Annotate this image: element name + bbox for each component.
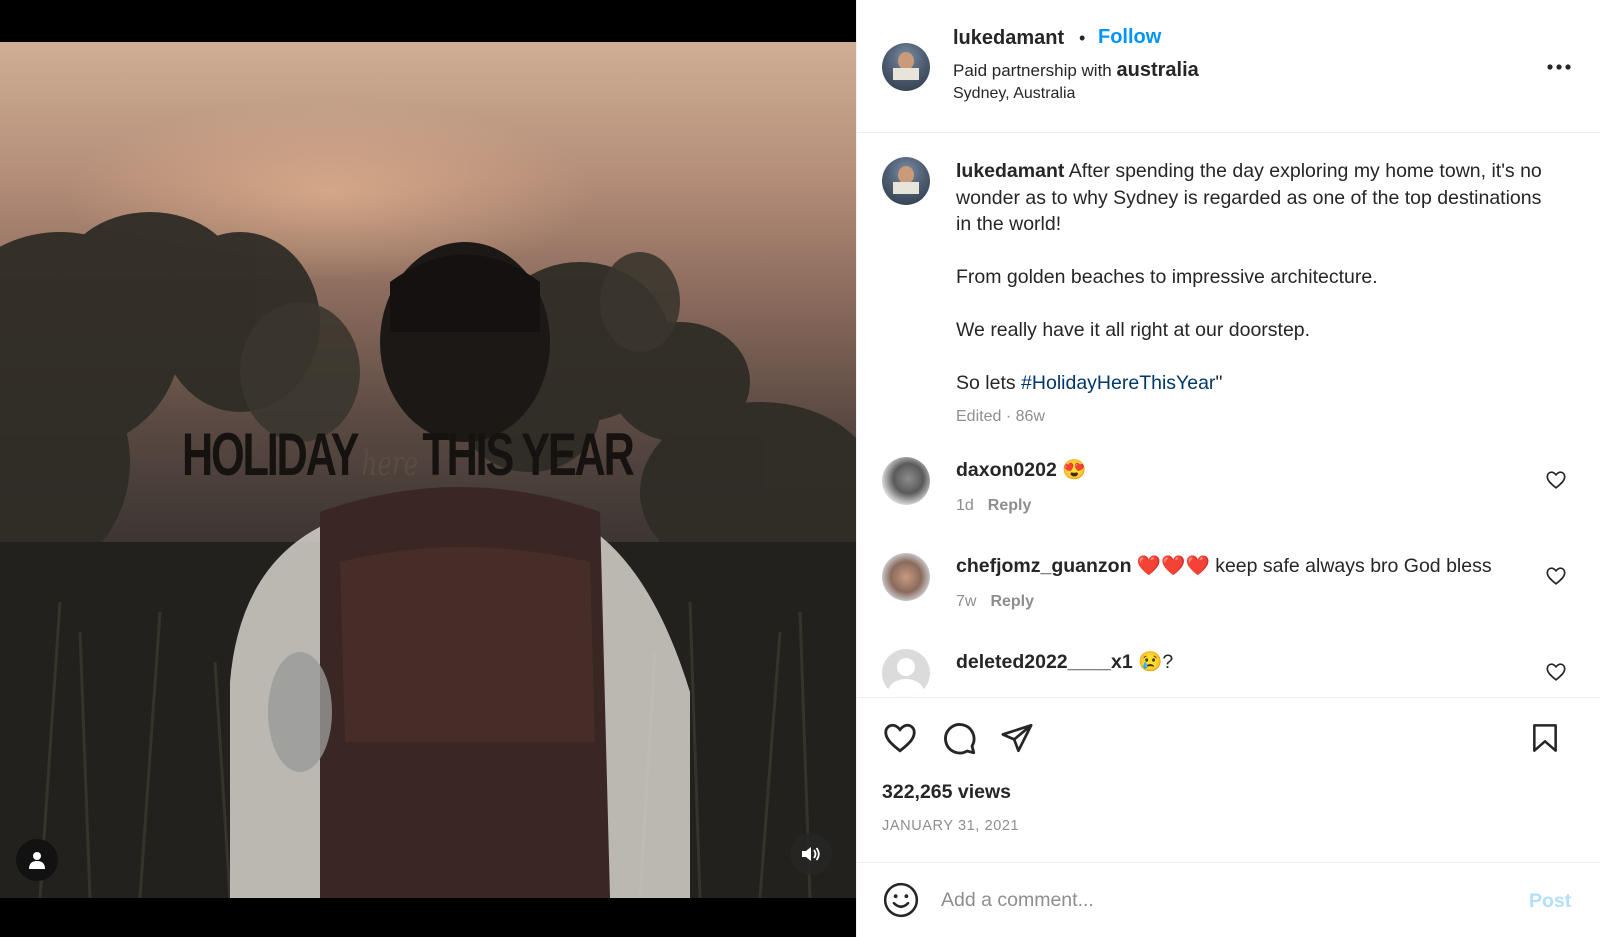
audio-toggle-button[interactable] <box>790 833 832 875</box>
commenter-avatar[interactable] <box>882 553 930 601</box>
comment-icon <box>944 723 976 755</box>
tagged-users-button[interactable] <box>16 839 58 881</box>
overlay-word-this-year: THIS YEAR <box>422 421 634 488</box>
post-date: JANUARY 31, 2021 <box>882 818 1020 834</box>
comment-input[interactable] <box>941 880 1501 920</box>
comment-like-heart-icon[interactable] <box>1545 661 1567 683</box>
video-overlay-title: HOLIDAY hereTHIS YEAR <box>182 425 635 494</box>
comments-section[interactable]: lukedamant After spending the day explor… <box>857 134 1600 697</box>
commenter-avatar[interactable] <box>882 457 930 505</box>
more-horizontal-icon <box>1547 64 1571 70</box>
comment-text: 😢? <box>1132 651 1174 673</box>
separator-dot: • <box>1079 28 1086 48</box>
post-actions: 322,265 views JANUARY 31, 2021 <box>857 697 1600 862</box>
view-count: 322,265 views <box>882 781 1012 803</box>
reply-button[interactable]: Reply <box>988 497 1032 514</box>
post-details-panel: lukedamant • Follow Paid partnership wit… <box>856 0 1600 937</box>
like-button[interactable] <box>880 718 920 758</box>
bookmark-icon <box>1533 724 1557 752</box>
post-caption: lukedamant After spending the day explor… <box>956 158 1556 397</box>
comment-item: chefjomz_guanzon ❤️❤️❤️ keep safe always… <box>857 553 1600 649</box>
post-header: lukedamant • Follow Paid partnership wit… <box>857 0 1600 133</box>
caption-username[interactable]: lukedamant <box>956 160 1064 182</box>
commenter-avatar[interactable] <box>882 649 930 697</box>
comment-like-heart-icon[interactable] <box>1545 565 1567 587</box>
comment-like-heart-icon[interactable] <box>1545 469 1567 491</box>
comment-age: 1d <box>956 497 974 514</box>
caption-line-4-suffix: " <box>1215 372 1223 394</box>
save-button[interactable] <box>1525 718 1565 758</box>
commenter-username[interactable]: chefjomz_guanzon <box>956 555 1132 577</box>
comment-item: deleted2022____x1 😢? <box>857 649 1600 697</box>
caption-line-3: We really have it all right at our doors… <box>956 319 1311 341</box>
caption-hashtag[interactable]: #HolidayHereThisYear <box>1021 372 1215 394</box>
heart-icon <box>884 723 916 753</box>
caption-line-4-prefix: So lets <box>956 372 1022 394</box>
video-player[interactable]: HOLIDAY hereTHIS YEAR <box>0 42 856 898</box>
emoji-icon[interactable] <box>882 881 920 919</box>
share-button[interactable] <box>997 718 1037 758</box>
comment-text: 😍 <box>1056 459 1087 481</box>
commenter-username[interactable]: daxon0202 <box>956 459 1057 481</box>
partner-link[interactable]: australia <box>1116 59 1198 81</box>
follow-button[interactable]: Follow <box>1098 26 1161 49</box>
caption-meta: Edited · 86w <box>956 408 1045 425</box>
post-location[interactable]: Sydney, Australia <box>953 85 1075 103</box>
more-options-button[interactable] <box>1539 52 1579 82</box>
reply-button[interactable]: Reply <box>990 593 1034 610</box>
author-avatar[interactable] <box>882 43 930 91</box>
comment-button[interactable] <box>939 718 979 758</box>
media-panel: HOLIDAY hereTHIS YEAR <box>0 0 856 937</box>
paid-partnership-label: Paid partnership with australia <box>953 59 1199 82</box>
caption-line-2: From golden beaches to impressive archit… <box>956 266 1378 288</box>
add-comment-bar: Post <box>857 862 1600 937</box>
caption-author-avatar[interactable] <box>882 157 930 205</box>
comment-text: ❤️❤️❤️ keep safe always bro God bless <box>1131 555 1492 577</box>
comment-item: daxon0202 😍 1d Reply <box>857 457 1600 553</box>
share-icon <box>1001 723 1033 753</box>
commenter-username[interactable]: deleted2022____x1 <box>956 651 1133 673</box>
partnership-prefix: Paid partnership with <box>953 61 1117 80</box>
speaker-icon <box>802 847 820 861</box>
overlay-word-holiday: HOLIDAY <box>182 421 359 488</box>
author-username[interactable]: lukedamant <box>953 27 1064 50</box>
post-comment-button[interactable]: Post <box>1529 890 1571 913</box>
comment-age: 7w <box>956 593 977 610</box>
overlay-word-here: here <box>361 444 419 484</box>
user-icon <box>29 852 45 869</box>
